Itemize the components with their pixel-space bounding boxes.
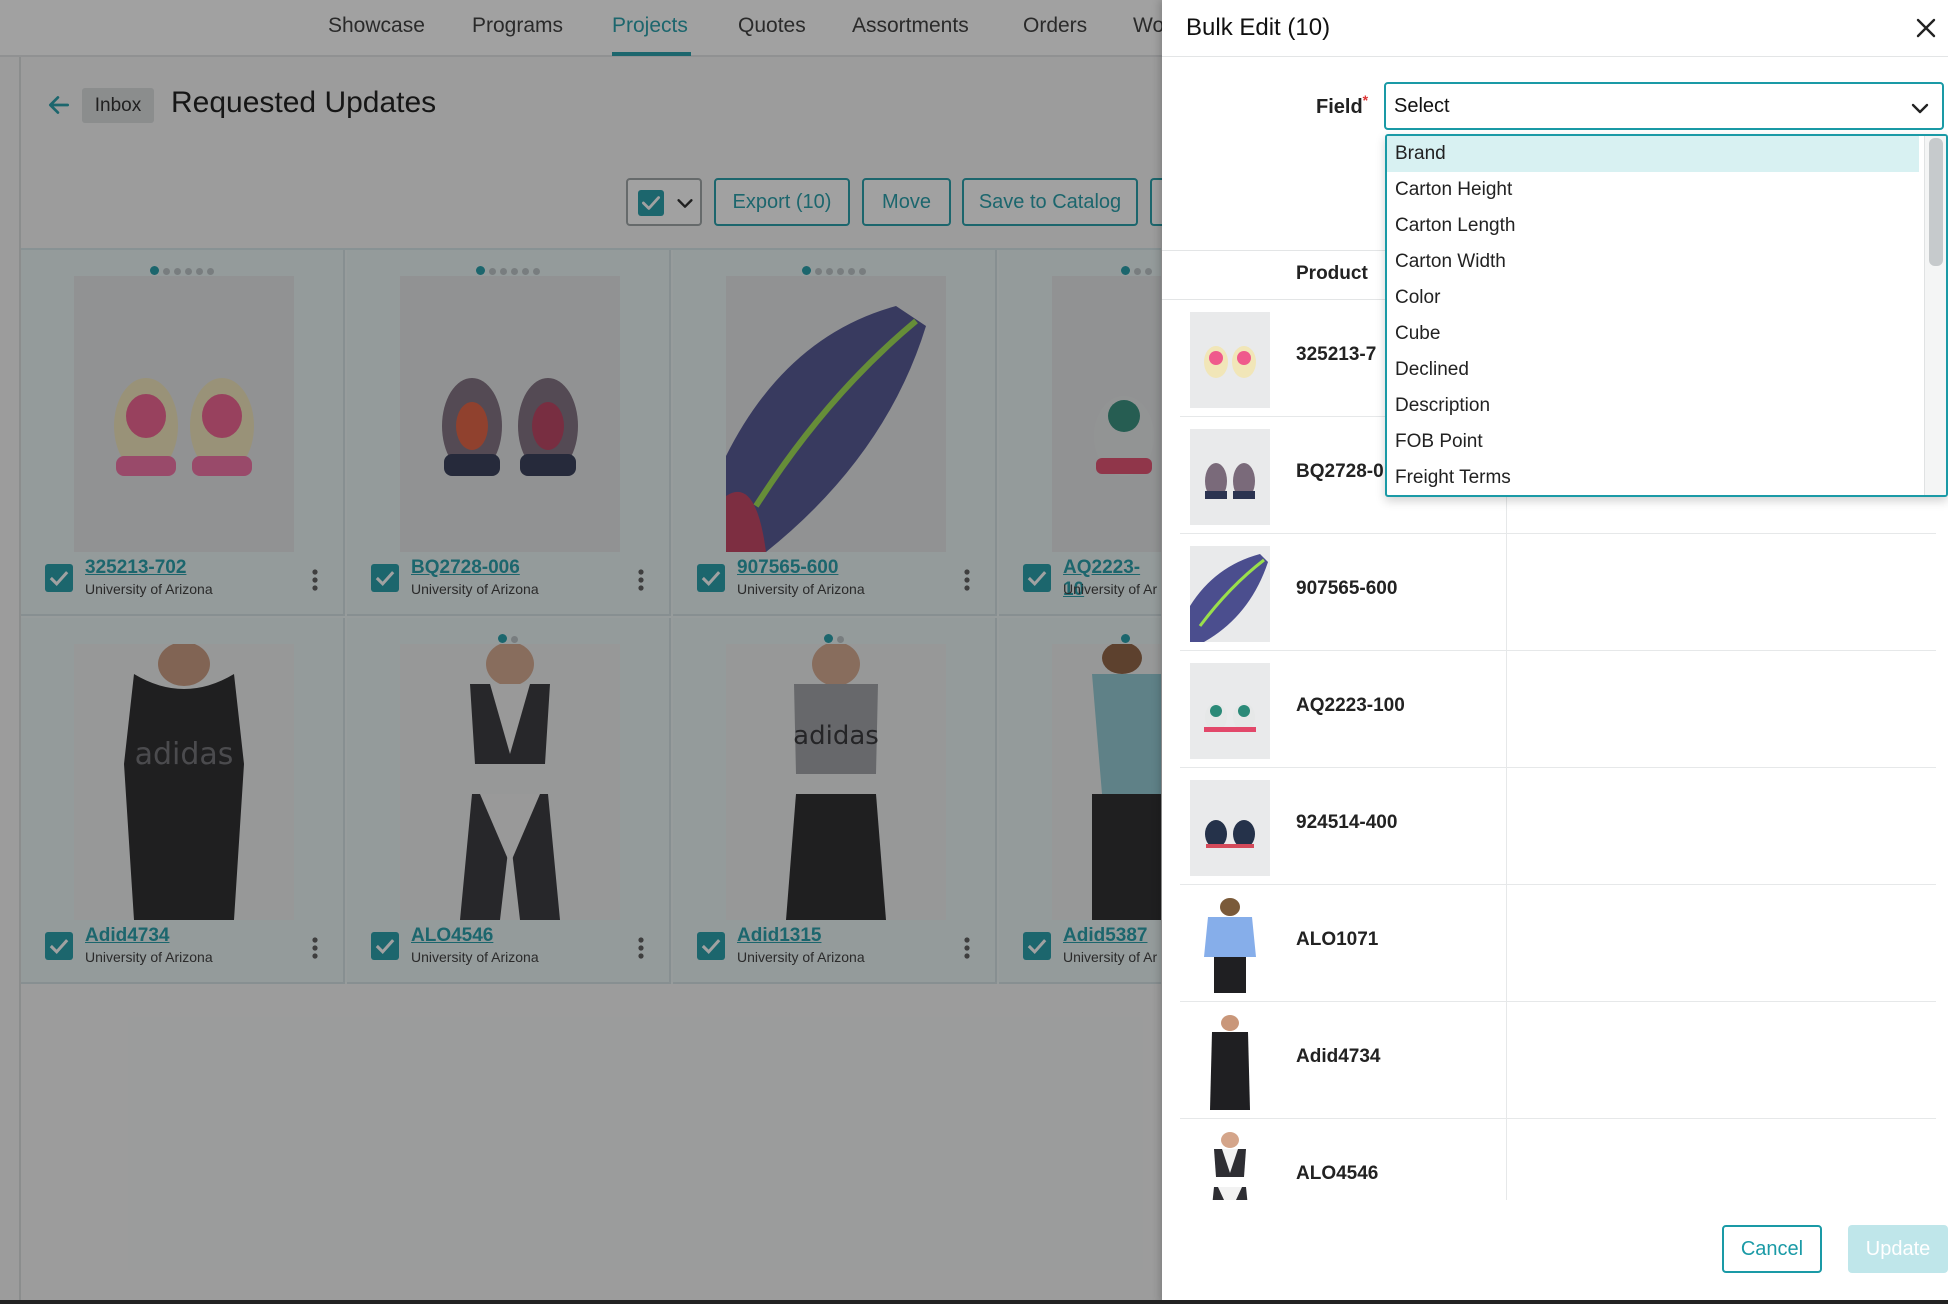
table-row[interactable]: 924514-400 xyxy=(1180,768,1936,885)
table-row[interactable]: Adid4734 xyxy=(1180,1002,1936,1119)
row-sku: 907565-600 xyxy=(1296,578,1398,599)
chevron-down-icon xyxy=(1911,103,1929,114)
row-sku: ALO4546 xyxy=(1296,1163,1379,1184)
required-marker: * xyxy=(1362,92,1369,108)
cancel-button[interactable]: Cancel xyxy=(1722,1225,1822,1273)
product-thumbnail xyxy=(1190,780,1270,876)
close-icon[interactable] xyxy=(1914,16,1938,40)
app-page: Showcase Programs Projects Quotes Assort… xyxy=(0,0,1948,1304)
dropdown-option[interactable]: Declined xyxy=(1387,352,1919,388)
scrollbar-thumb[interactable] xyxy=(1929,138,1943,266)
product-thumbnail xyxy=(1190,312,1270,408)
dropdown-option[interactable]: Freight Terms xyxy=(1387,460,1919,495)
window-bottom-edge xyxy=(0,1300,1948,1304)
product-thumbnail xyxy=(1190,546,1270,642)
field-label: Field* xyxy=(1316,92,1368,119)
table-row[interactable]: AQ2223-100 xyxy=(1180,651,1936,768)
field-dropdown-list: Brand Carton Height Carton Length Carton… xyxy=(1385,134,1948,497)
column-header-product: Product xyxy=(1296,263,1368,284)
dropdown-option[interactable]: Carton Width xyxy=(1387,244,1919,280)
column-divider xyxy=(1506,534,1507,651)
column-divider xyxy=(1506,1119,1507,1200)
drawer-header-divider xyxy=(1162,56,1948,57)
product-thumbnail xyxy=(1190,1014,1270,1110)
drawer-title: Bulk Edit (10) xyxy=(1186,14,1331,41)
field-select[interactable]: Select xyxy=(1384,82,1944,130)
dropdown-option[interactable]: Description xyxy=(1387,388,1919,424)
modal-scrim[interactable] xyxy=(0,0,1162,1304)
product-thumbnail xyxy=(1190,1131,1270,1200)
row-sku: Adid4734 xyxy=(1296,1046,1381,1067)
dropdown-option[interactable]: Brand xyxy=(1387,136,1919,172)
product-thumbnail xyxy=(1190,663,1270,759)
column-divider xyxy=(1506,1002,1507,1119)
product-thumbnail xyxy=(1190,897,1270,993)
dropdown-option[interactable]: Color xyxy=(1387,280,1919,316)
dropdown-option[interactable]: Carton Height xyxy=(1387,172,1919,208)
row-sku: AQ2223-100 xyxy=(1296,695,1405,716)
column-divider xyxy=(1506,885,1507,1002)
row-sku: 325213-7 xyxy=(1296,344,1377,365)
update-button[interactable]: Update xyxy=(1848,1225,1948,1273)
dropdown-option[interactable]: Cube xyxy=(1387,316,1919,352)
column-divider xyxy=(1506,768,1507,885)
table-row[interactable]: ALO1071 xyxy=(1180,885,1936,1002)
dropdown-scrollbar[interactable] xyxy=(1924,136,1946,495)
row-sku: ALO1071 xyxy=(1296,929,1379,950)
row-sku: 924514-400 xyxy=(1296,812,1398,833)
field-select-value: Select xyxy=(1394,95,1450,117)
product-thumbnail xyxy=(1190,429,1270,525)
field-label-text: Field xyxy=(1316,96,1363,118)
dropdown-option[interactable]: Carton Length xyxy=(1387,208,1919,244)
dropdown-option[interactable]: FOB Point xyxy=(1387,424,1919,460)
table-row[interactable]: 907565-600 xyxy=(1180,534,1936,651)
column-divider xyxy=(1506,651,1507,768)
table-row[interactable]: ALO4546 xyxy=(1180,1119,1936,1200)
row-sku: BQ2728-0 xyxy=(1296,461,1384,482)
